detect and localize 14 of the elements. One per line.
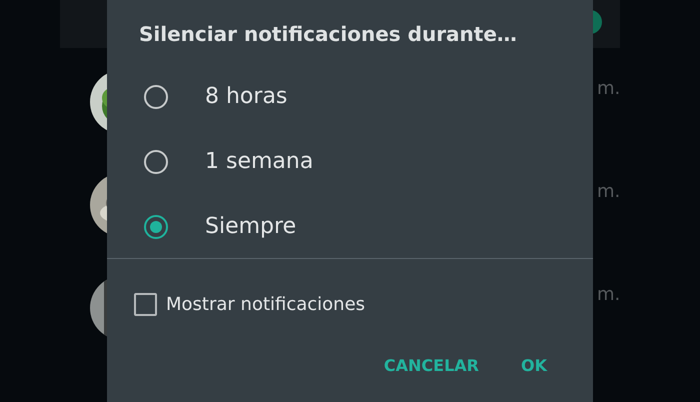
checkbox-label[interactable]: Mostrar notificaciones (166, 294, 366, 314)
checkbox[interactable] (134, 292, 157, 316)
chat-time: m. (597, 284, 620, 304)
option-label[interactable]: 1 semana (205, 149, 314, 174)
option-label[interactable]: Siempre (205, 214, 296, 239)
radio-button[interactable] (144, 84, 168, 108)
dialog-title: Silenciar notificaciones durante… (139, 22, 517, 48)
chat-time: m. (597, 180, 620, 202)
dialog-button[interactable]: CANCELAR (378, 350, 485, 381)
option-label[interactable]: 8 horas (205, 84, 288, 109)
radio-button[interactable] (144, 150, 168, 174)
radio-button[interactable] (144, 214, 168, 238)
dialog-button[interactable]: OK (515, 350, 553, 381)
chat-time: m. (597, 78, 620, 98)
